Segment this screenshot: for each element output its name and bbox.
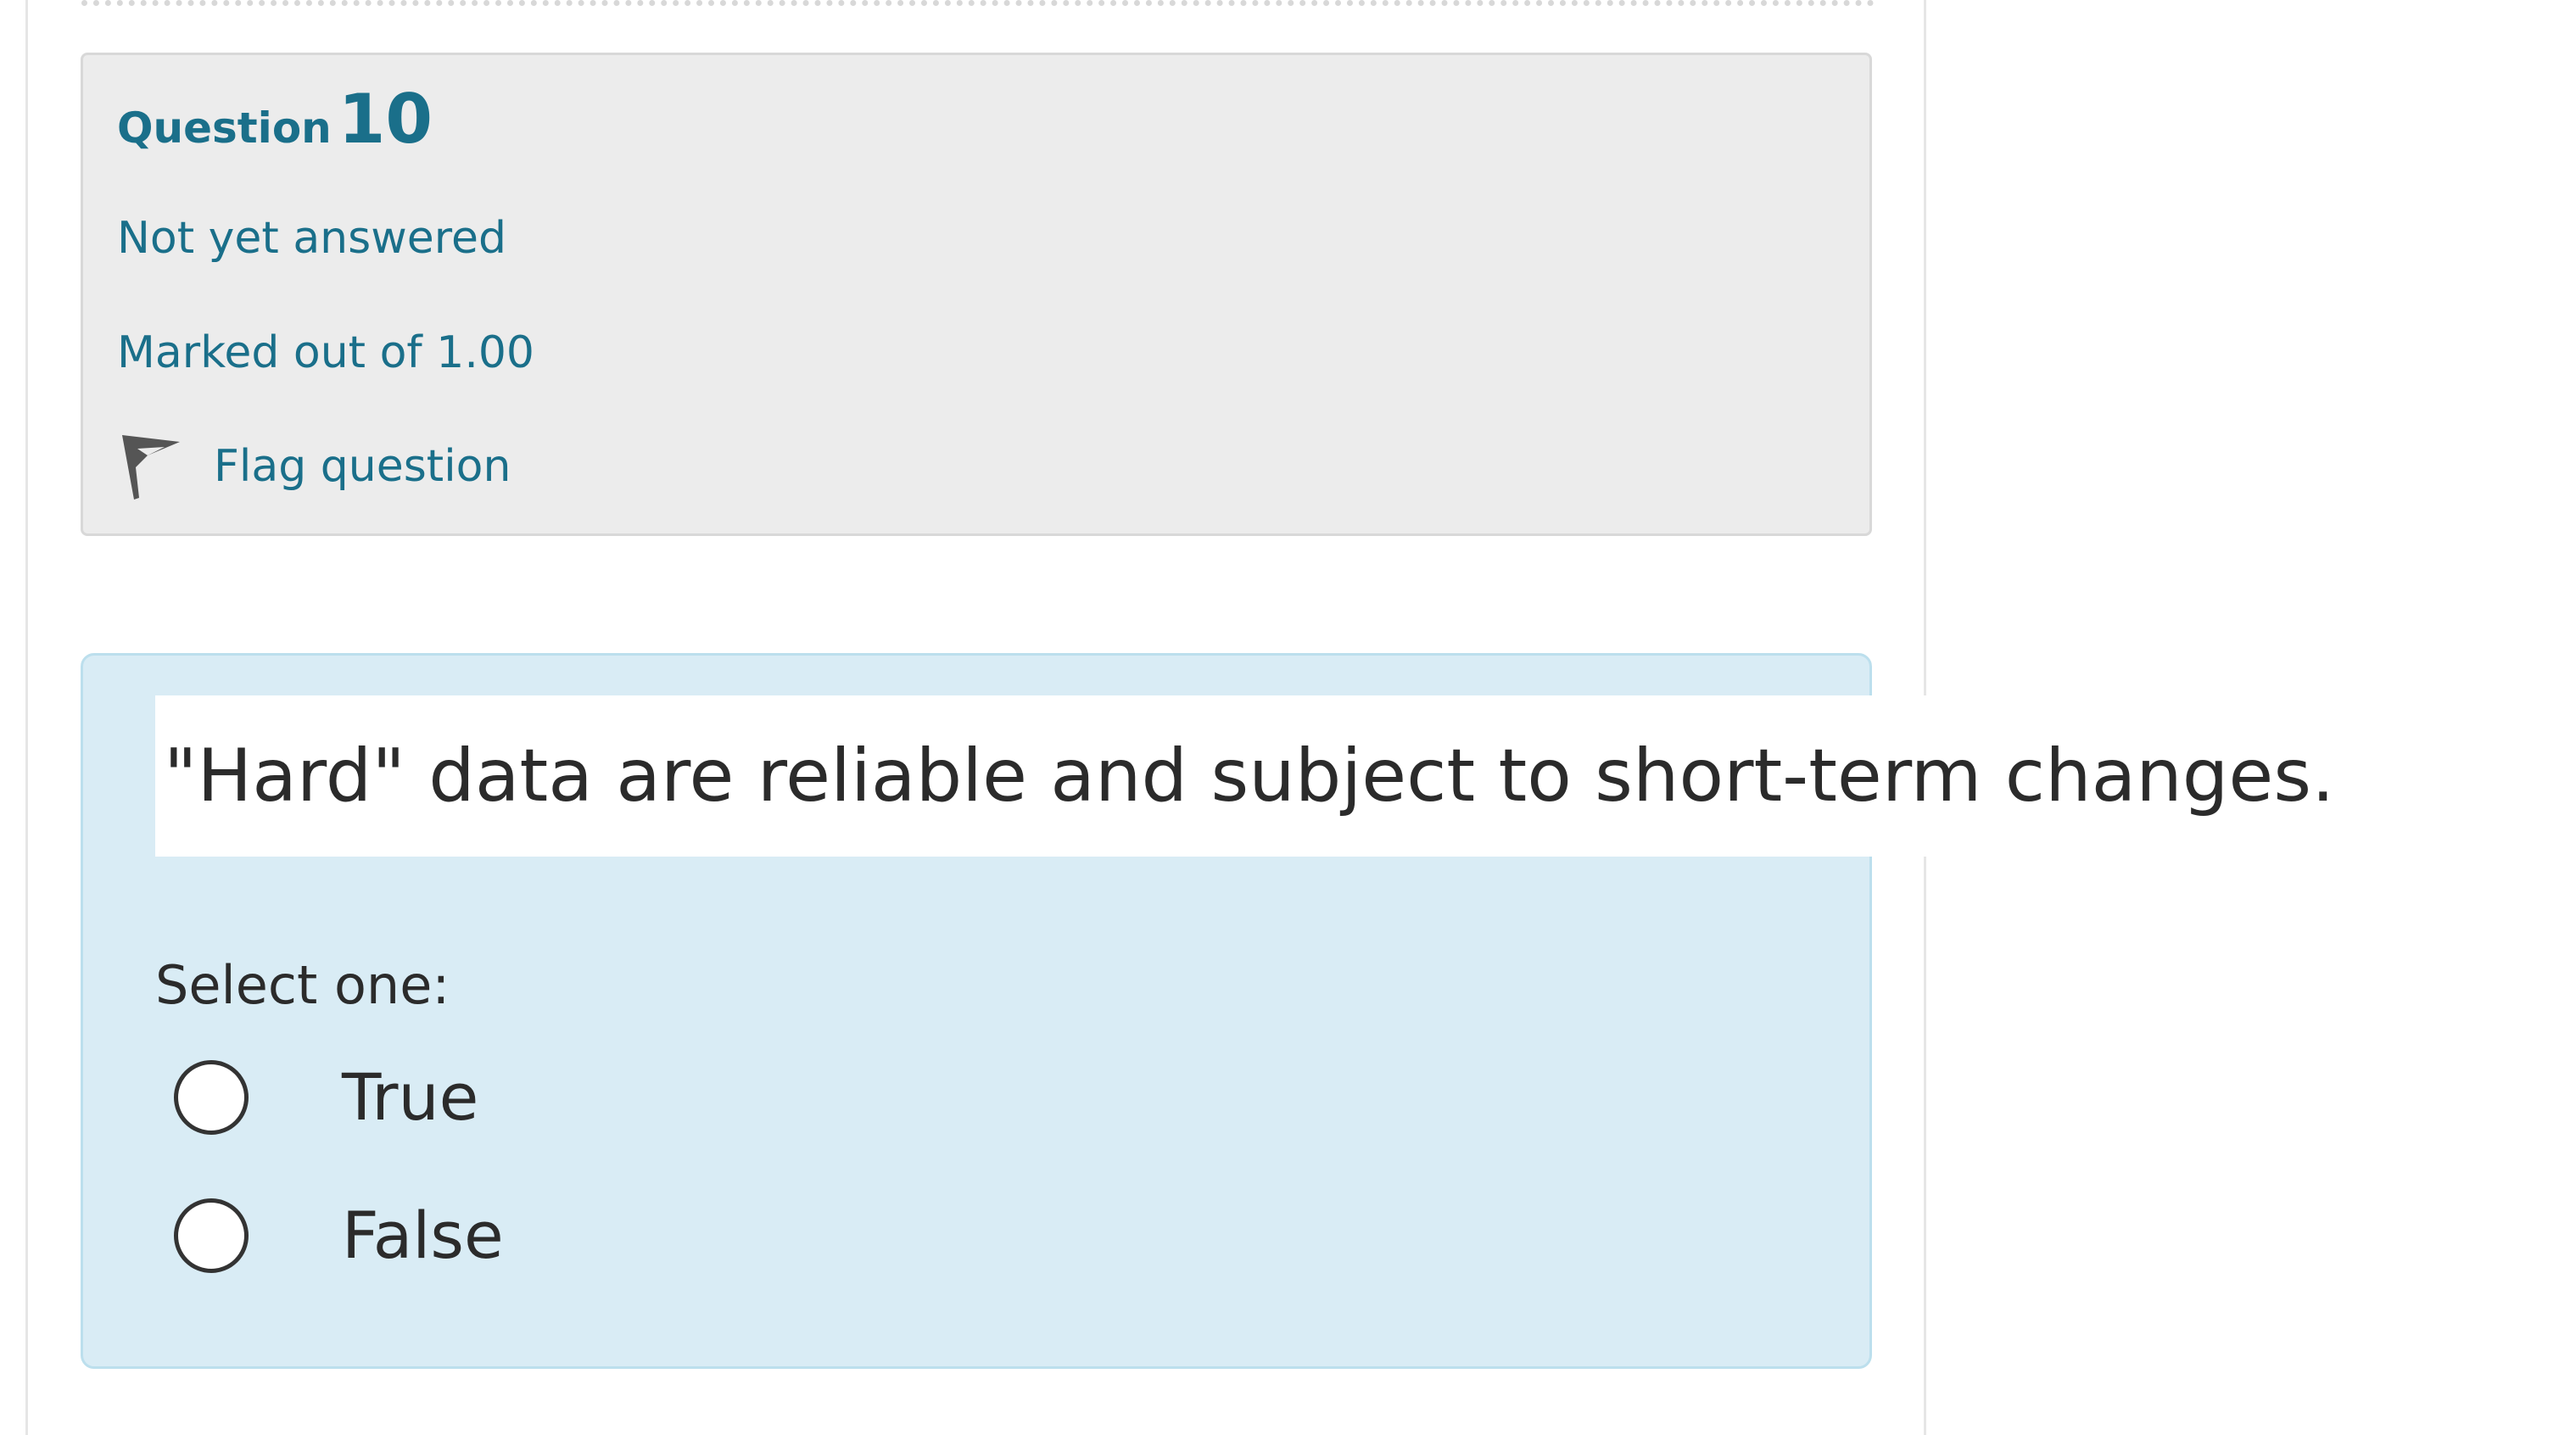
answer-label-true[interactable]: True [342,1060,478,1135]
question-info-panel: Question 10 Not yet answered Marked out o… [81,53,1872,536]
flag-icon [117,428,185,505]
question-number-value: 10 [338,80,433,159]
flag-question-label[interactable]: Flag question [214,441,511,492]
section-divider [81,0,1875,16]
flag-question-link[interactable]: Flag question [117,428,511,505]
question-number: Question 10 [117,86,433,154]
select-one-prompt: Select one: [155,954,450,1016]
answer-option-true[interactable]: True [174,1060,478,1135]
question-text: "Hard" data are reliable and subject to … [155,695,2344,857]
question-label: Question [117,103,332,153]
answer-option-false[interactable]: False [174,1198,504,1273]
question-grade: Marked out of 1.00 [117,327,535,378]
radio-button-false[interactable] [174,1198,249,1273]
answer-label-false[interactable]: False [342,1198,504,1273]
question-state: Not yet answered [117,213,506,264]
radio-button-true[interactable] [174,1060,249,1135]
page-left-border [25,0,28,1435]
